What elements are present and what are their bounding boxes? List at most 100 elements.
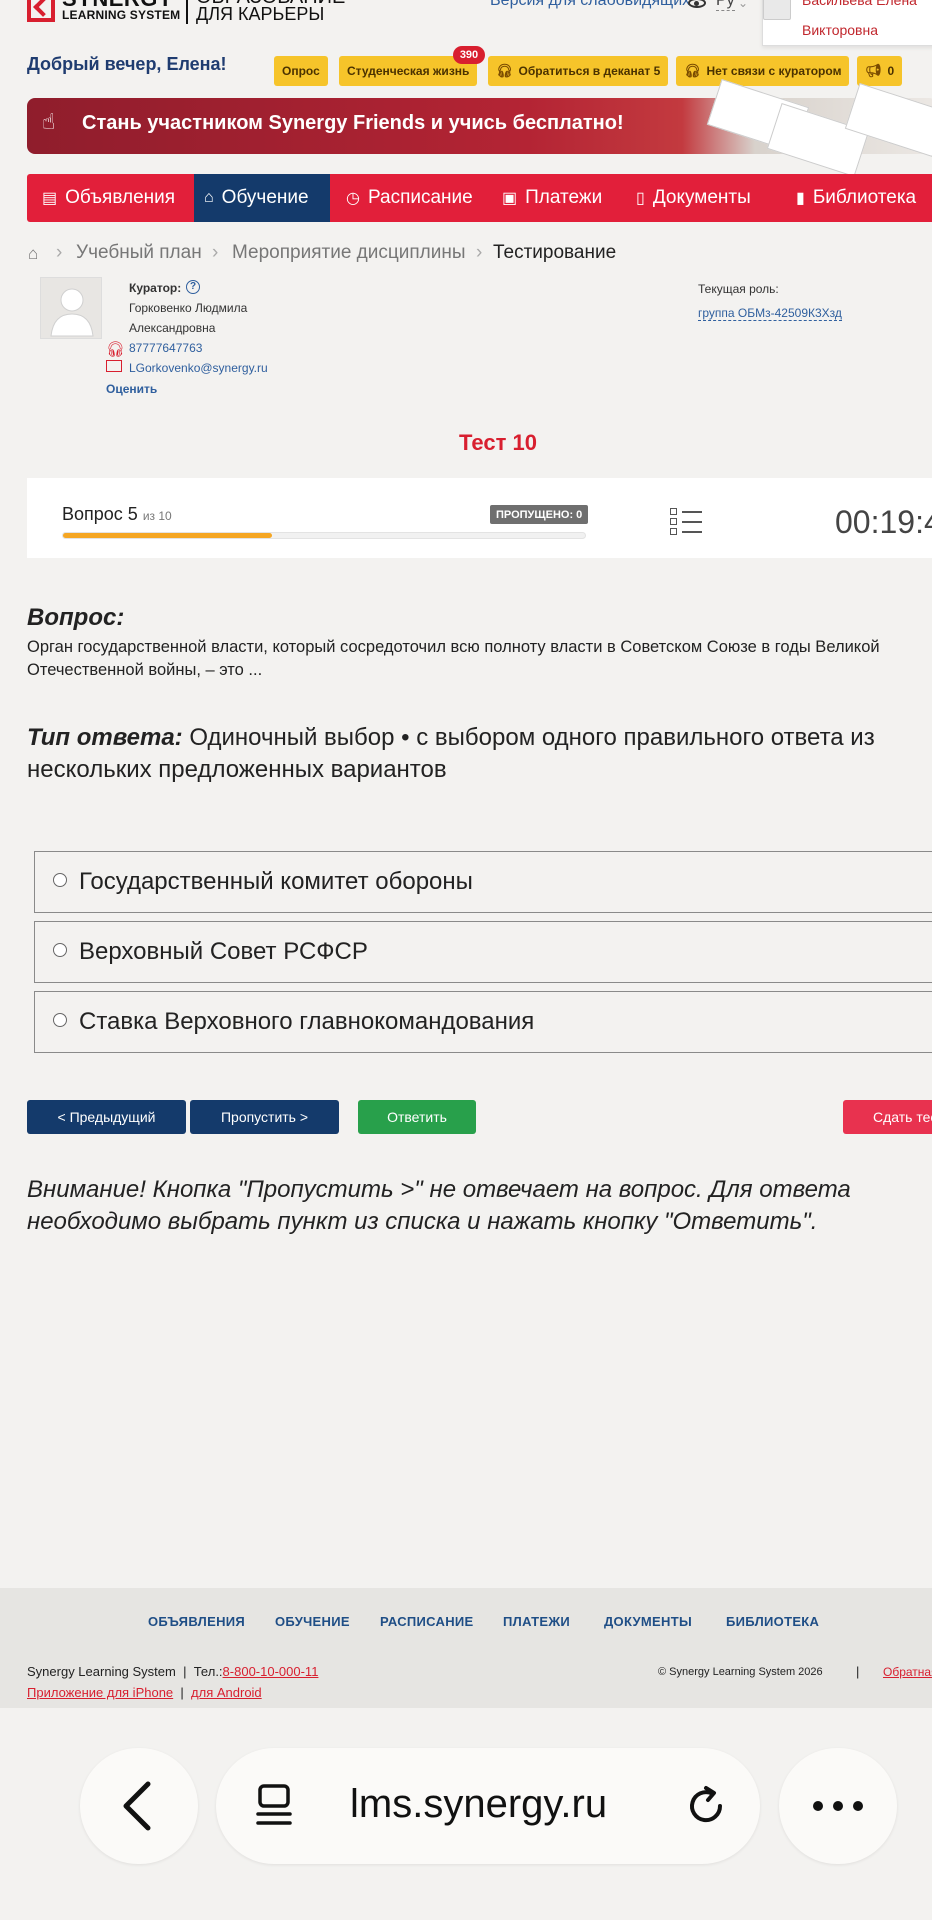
breadcrumb-discipline-event[interactable]: Мероприятие дисциплины: [232, 242, 466, 264]
radio-button[interactable]: [53, 1013, 67, 1027]
logo-mark[interactable]: [27, 0, 55, 22]
curator-phone-link[interactable]: 87777647763: [129, 341, 202, 355]
copyright: © Synergy Learning System 2026: [658, 1666, 823, 1678]
question-list-icon[interactable]: [670, 508, 702, 536]
answer-option-label[interactable]: Ставка Верховного главнокомандования: [79, 1008, 534, 1036]
user-name[interactable]: Васильева Елена: [802, 0, 917, 8]
book-icon: ▮: [796, 190, 805, 207]
logo-subtext[interactable]: LEARNING SYSTEM: [62, 8, 180, 22]
announcements-icon: ▤: [42, 190, 58, 207]
tabs-icon[interactable]: [252, 1782, 296, 1828]
no-curator-contact-chip[interactable]: 🎧︎ Нет связи с куратором: [676, 56, 850, 86]
accessibility-version-link[interactable]: Версия для слабовидящих: [490, 0, 690, 10]
chip-label: Студенческая жизнь: [347, 64, 470, 78]
radio-button[interactable]: [53, 943, 67, 957]
nav-item-label: Объявления: [65, 187, 176, 208]
footer-link-schedule[interactable]: РАСПИСАНИЕ: [380, 1614, 474, 1629]
footer-link-library[interactable]: БИБЛИОТЕКА: [726, 1614, 819, 1629]
android-app-link[interactable]: для Android: [191, 1685, 262, 1700]
survey-chip[interactable]: Опрос: [274, 56, 328, 86]
question-text: Орган государственной власти, который со…: [27, 638, 880, 680]
nav-item-schedule[interactable]: ◷ Расписание: [336, 174, 483, 222]
footer-company: Synergy Learning System: [27, 1664, 176, 1679]
logo-tagline-2: ДЛЯ КАРЬЕРЫ: [196, 4, 325, 24]
current-role-selector[interactable]: группа ОБМз-42509К3Хзд: [698, 306, 842, 321]
footer-divider: |: [856, 1664, 860, 1679]
announcements-count-chip[interactable]: 📢︎ 0: [857, 56, 903, 86]
nav-item-label: Обучение: [221, 187, 309, 208]
question-heading: Вопрос:: [27, 604, 125, 631]
answer-type-heading: Тип ответа:: [27, 724, 183, 751]
answer-option[interactable]: Верховный Совет РСФСР: [34, 921, 932, 983]
footer-link-payments[interactable]: ПЛАТЕЖИ: [503, 1614, 570, 1629]
answer-type: Тип ответа: Одиночный выбор • с выбором …: [27, 722, 932, 787]
nav-item-library[interactable]: ▮ Библиотека: [786, 174, 926, 222]
curator-name-continued: Александровна: [129, 321, 216, 335]
curator-avatar: [40, 277, 102, 339]
nav-item-documents[interactable]: ▯ Документы: [626, 174, 761, 222]
warning-note: Внимание! Кнопка "Пропустить >" не отвеч…: [27, 1176, 851, 1236]
footer-contacts: Synergy Learning System | Тел.:8-800-10-…: [27, 1664, 318, 1679]
footer-link-learning[interactable]: ОБУЧЕНИЕ: [275, 1614, 350, 1629]
progress-bar-fill: [63, 533, 272, 538]
mail-icon: [106, 360, 122, 372]
more-options-icon: [813, 1801, 863, 1811]
avatar[interactable]: [763, 0, 791, 20]
breadcrumb-separator: ›: [212, 242, 219, 263]
footer-divider: |: [179, 1664, 191, 1679]
radio-button[interactable]: [53, 873, 67, 887]
question-total: из 10: [142, 509, 172, 523]
breadcrumb-study-plan[interactable]: Учебный план: [76, 242, 202, 264]
person-silhouette-icon: [50, 288, 94, 337]
nav-item-label: Расписание: [367, 187, 473, 208]
breadcrumb-current: Тестирование: [493, 242, 617, 263]
megaphone-icon: 📢︎: [865, 63, 882, 78]
eye-icon[interactable]: [688, 0, 706, 8]
greeting: Добрый вечер, Елена!: [27, 54, 227, 74]
chevron-down-icon[interactable]: ⌄: [738, 0, 748, 10]
answer-button[interactable]: Ответить: [358, 1100, 476, 1134]
graduation-cap-icon: ⌂: [204, 189, 214, 206]
answer-option-label[interactable]: Верховный Совет РСФСР: [79, 938, 368, 966]
skip-button[interactable]: Пропустить >: [190, 1100, 339, 1134]
language-selector[interactable]: Ру: [716, 0, 735, 11]
nav-item-learning[interactable]: ⌂ Обучение: [194, 174, 330, 222]
rate-curator-link[interactable]: Оценить: [106, 382, 157, 396]
iphone-app-link[interactable]: Приложение для iPhone: [27, 1685, 173, 1700]
answer-option[interactable]: Государственный комитет обороны: [34, 851, 932, 913]
headset-icon: 🎧︎: [496, 63, 513, 78]
footer-phone-link[interactable]: 8-800-10-000-11: [223, 1664, 319, 1679]
current-role-label: Текущая роль:: [698, 282, 779, 296]
chevron-left-icon: [123, 1781, 151, 1831]
nav-item-payments[interactable]: ▣ Платежи: [492, 174, 612, 222]
breadcrumb-separator: ›: [56, 242, 63, 263]
nav-item-announcements[interactable]: ▤ Объявления: [32, 174, 185, 222]
answer-option[interactable]: Ставка Верховного главнокомандования: [34, 991, 932, 1053]
headset-icon: 🎧︎: [684, 63, 701, 78]
browser-menu-button[interactable]: [779, 1748, 897, 1864]
nav-item-label: Библиотека: [812, 187, 917, 208]
footer-link-documents[interactable]: ДОКУМЕНТЫ: [604, 1614, 692, 1629]
curator-title: Куратор:: [129, 281, 182, 295]
notification-badge: 390: [453, 46, 485, 64]
browser-back-button[interactable]: [80, 1748, 198, 1864]
payments-icon: ▣: [502, 190, 518, 207]
help-icon[interactable]: ?: [186, 280, 200, 294]
question-counter: Вопрос 5 из 10: [62, 504, 172, 525]
chip-label: Опрос: [282, 64, 320, 78]
submit-test-button[interactable]: Сдать тест: [843, 1100, 932, 1134]
answer-option-label[interactable]: Государственный комитет обороны: [79, 868, 473, 896]
footer-link-announcements[interactable]: ОБЪЯВЛЕНИЯ: [148, 1614, 245, 1629]
contact-dean-chip[interactable]: 🎧︎ Обратиться в деканат 5: [488, 56, 669, 86]
promo-text[interactable]: Стань участником Synergy Friends и учись…: [82, 112, 624, 135]
skipped-badge: ПРОПУЩЕНО: 0: [490, 505, 589, 524]
home-icon[interactable]: ⌂: [28, 244, 38, 264]
curator-email-link[interactable]: LGorkovenko@synergy.ru: [129, 361, 268, 375]
footer-divider: |: [176, 1685, 188, 1700]
previous-button[interactable]: < Предыдущий: [27, 1100, 186, 1134]
reload-icon[interactable]: [682, 1782, 730, 1830]
document-icon: ▯: [636, 190, 645, 207]
user-name-continued[interactable]: Викторовна: [802, 22, 878, 38]
feedback-link[interactable]: Обратная связь: [883, 1665, 932, 1679]
url-text[interactable]: lms.synergy.ru: [350, 1782, 607, 1827]
